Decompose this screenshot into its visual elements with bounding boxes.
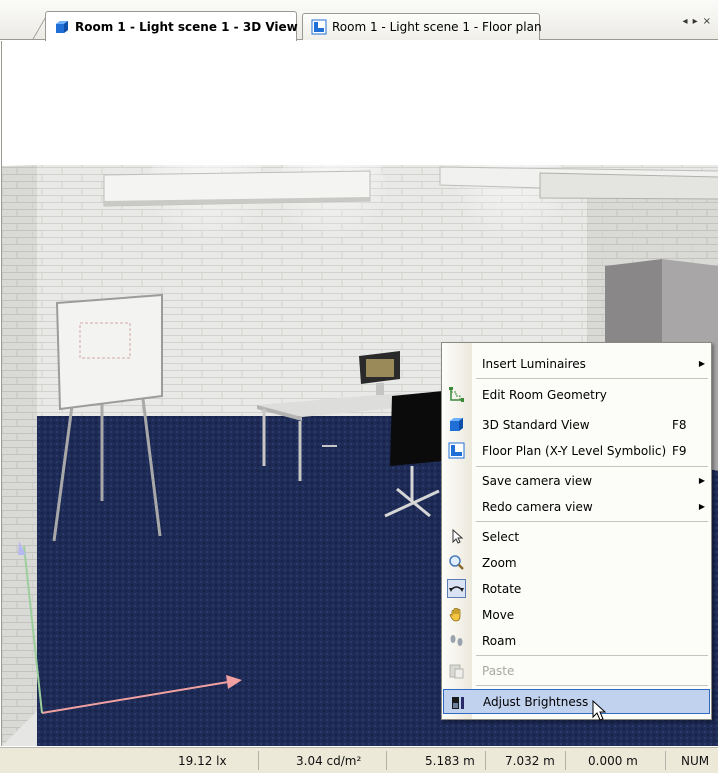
- menu-item-label: Insert Luminaires: [482, 356, 586, 371]
- menu-item-zoom[interactable]: Zoom: [442, 550, 711, 575]
- menu-item-rotate[interactable]: Rotate: [442, 576, 711, 601]
- menu-item-3d-standard-view[interactable]: 3D Standard View F8: [442, 412, 711, 437]
- status-divider: [258, 751, 259, 770]
- x-coordinate-readout: 5.183 m: [425, 754, 475, 768]
- brightness-icon: [452, 697, 464, 709]
- submenu-arrow-icon: ▶: [698, 476, 705, 485]
- menu-item-redo-camera-view[interactable]: Redo camera view ▶: [442, 494, 711, 519]
- 3d-view-icon: [56, 20, 68, 33]
- y-coordinate-readout: 7.032 m: [505, 754, 555, 768]
- menu-item-label: Adjust Brightness: [483, 694, 589, 709]
- menu-item-label: Roam: [482, 633, 517, 648]
- menu-item-label: Floor Plan (X-Y Level Symbolic): [482, 443, 667, 458]
- menu-separator: [476, 521, 708, 522]
- z-coordinate-readout: 0.000 m: [588, 754, 638, 768]
- context-menu: Insert Luminaires ▶ Edit Room Geometry 3…: [441, 342, 712, 720]
- menu-item-label: Select: [482, 529, 520, 544]
- menu-item-floor-plan[interactable]: Floor Plan (X-Y Level Symbolic) F9: [442, 438, 711, 463]
- status-divider: [565, 751, 566, 770]
- status-divider: [665, 751, 666, 770]
- luminance-readout: 3.04 cd/m²: [296, 754, 362, 768]
- menu-item-move[interactable]: Move: [442, 602, 711, 627]
- submenu-arrow-icon: ▶: [698, 502, 705, 511]
- menu-item-label: Rotate: [482, 581, 522, 596]
- menu-item-paste: Paste: [442, 658, 711, 683]
- menu-item-label: Edit Room Geometry: [482, 387, 607, 402]
- tab-label: Room 1 - Light scene 1 - Floor plan: [332, 20, 542, 34]
- menu-separator: [476, 466, 708, 467]
- menu-item-label: Save camera view: [482, 473, 593, 488]
- footsteps-icon: [450, 635, 463, 646]
- menu-separator: [476, 655, 708, 656]
- illuminance-readout: 19.12 lx: [178, 754, 227, 768]
- menu-item-save-camera-view[interactable]: Save camera view ▶: [442, 468, 711, 493]
- 3d-view-icon: [450, 418, 463, 431]
- tab-3d-view[interactable]: Room 1 - Light scene 1 - 3D View: [45, 11, 298, 41]
- menu-item-label: Redo camera view: [482, 499, 593, 514]
- menu-separator: [476, 685, 708, 686]
- menu-item-shortcut: F8: [672, 417, 687, 432]
- floor-plan-icon: [448, 442, 465, 459]
- menu-item-edit-room-geometry[interactable]: Edit Room Geometry: [442, 382, 711, 407]
- menu-item-label: 3D Standard View: [482, 417, 590, 432]
- menu-item-label: Paste: [482, 663, 515, 678]
- light-glow: [457, 111, 567, 301]
- tab-close-button[interactable]: ×: [703, 16, 716, 27]
- menu-item-label: Move: [482, 607, 515, 622]
- light-glow: [277, 116, 387, 296]
- menu-item-insert-luminaires[interactable]: Insert Luminaires ▶: [442, 351, 711, 376]
- menu-item-adjust-brightness[interactable]: Adjust Brightness: [443, 689, 710, 714]
- status-bar: 19.12 lx 3.04 cd/m² 5.183 m 7.032 m 0.00…: [0, 747, 718, 773]
- magnifier-icon: [449, 555, 464, 570]
- num-lock-indicator: NUM: [681, 754, 710, 768]
- tab-prev-button[interactable]: ◂: [683, 16, 693, 27]
- menu-item-label: Zoom: [482, 555, 517, 570]
- cursor-icon: [452, 528, 464, 544]
- left-wall: [2, 165, 37, 746]
- submenu-arrow-icon: ▶: [698, 359, 705, 368]
- hand-icon: [449, 608, 461, 622]
- mouse-cursor-icon: [592, 700, 607, 721]
- menu-separator: [476, 378, 708, 379]
- document-tab-bar: Room 1 - Light scene 1 - 3D View Room 1 …: [0, 0, 718, 41]
- menu-item-shortcut: F9: [672, 443, 687, 458]
- tab-next-button[interactable]: ▸: [693, 16, 703, 27]
- floor-plan-icon: [311, 19, 327, 35]
- status-divider: [386, 751, 387, 770]
- tab-label: Room 1 - Light scene 1 - 3D View: [75, 19, 298, 34]
- tab-scroll-buttons: ◂▸×: [683, 16, 716, 27]
- menu-item-select[interactable]: Select: [442, 524, 711, 549]
- room-geometry-icon: [449, 387, 464, 402]
- status-divider: [485, 751, 486, 770]
- tab-floor-plan[interactable]: Room 1 - Light scene 1 - Floor plan: [302, 13, 542, 40]
- light-glow: [147, 111, 267, 301]
- rotate-icon: [447, 579, 466, 598]
- luminaire: [539, 172, 718, 200]
- menu-item-roam[interactable]: Roam: [442, 628, 711, 653]
- paste-icon: [449, 664, 464, 679]
